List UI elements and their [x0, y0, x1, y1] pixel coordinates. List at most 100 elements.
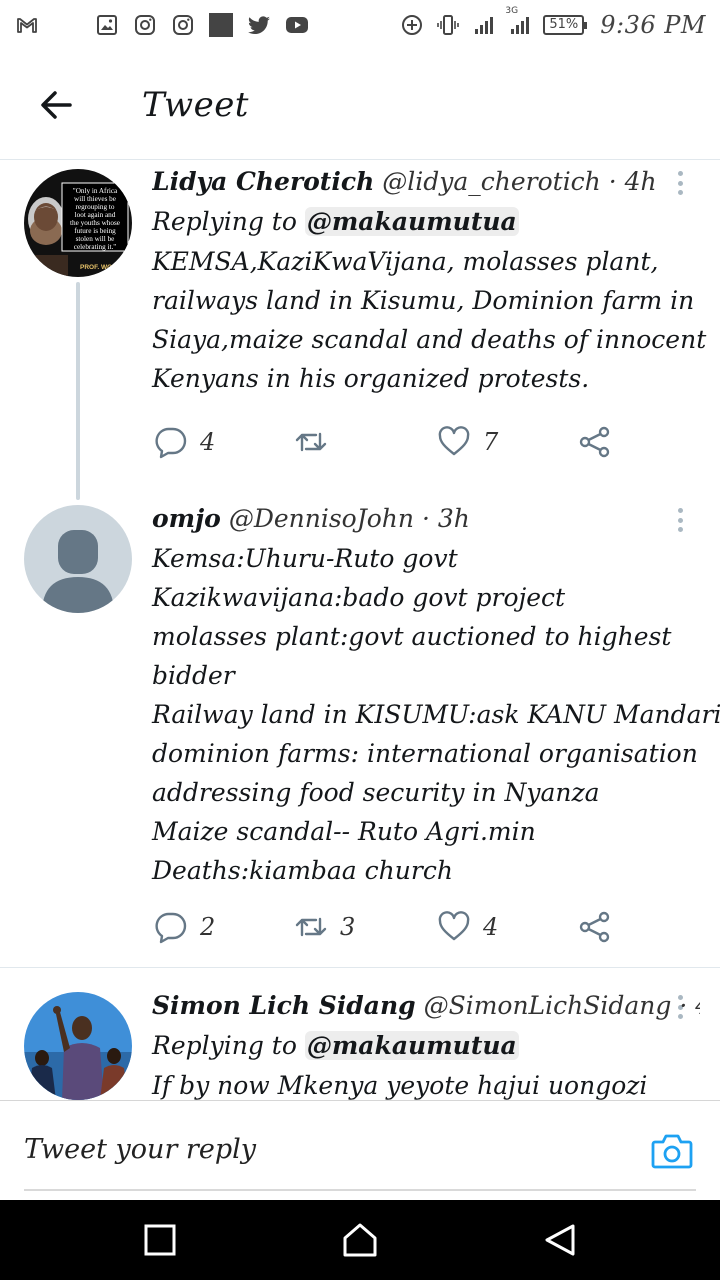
- tweet-text-line: KEMSA,KaziKwaVijana, molasses plant,: [152, 247, 659, 276]
- tweet-text-line: dominion farms: international organisati…: [152, 739, 698, 768]
- share-button[interactable]: [578, 910, 612, 944]
- reply-button[interactable]: 4: [154, 425, 215, 459]
- system-nav-bar: [0, 1200, 720, 1280]
- triangle-back-icon: [545, 1224, 575, 1256]
- tweet-header: Lidya Cherotich @lidya_cherotich · 4h: [152, 162, 700, 202]
- tweet-text-line: railways land in Kisumu, Dominion farm i…: [152, 286, 695, 315]
- mention-link[interactable]: @makaumutua: [304, 207, 519, 236]
- replying-to-label: Replying to: [152, 1031, 297, 1060]
- signal-icon: [471, 12, 497, 38]
- like-count: 4: [483, 913, 499, 941]
- app-icon: [208, 12, 234, 38]
- home-button[interactable]: [330, 1210, 390, 1270]
- avatar-quote-line: celebrating it.": [74, 243, 117, 251]
- avatar-quote-line: regrouping to: [76, 203, 115, 211]
- replying-to-label: Replying to: [152, 207, 297, 236]
- share-icon: [579, 426, 610, 458]
- data-saver-icon: [399, 12, 425, 38]
- author-handle[interactable]: @SimonLichSidang: [424, 991, 672, 1020]
- avatar-quote-line: future is being: [74, 227, 116, 235]
- separator: ·: [421, 504, 430, 533]
- tweet-text-line: molasses plant:govt auctioned to highest: [152, 622, 672, 651]
- square-icon: [144, 1224, 176, 1256]
- retweet-button[interactable]: 3: [294, 910, 355, 944]
- tweet-time: 4h: [695, 991, 700, 1020]
- tweet-text-line: Siaya,maize scandal and deaths of innoce…: [152, 325, 707, 354]
- retweet-icon: [295, 432, 327, 452]
- tweet-header: Simon Lich Sidang @SimonLichSidang · 4h: [152, 986, 700, 1026]
- youtube-icon: [284, 12, 310, 38]
- reply-count: 2: [200, 913, 216, 941]
- reply-icon: [155, 427, 187, 459]
- tweet-body: omjo @DennisoJohn · 3h Kemsa:Uhuru-Ruto …: [152, 499, 720, 890]
- avatar-quote-line: stolen will be: [76, 235, 115, 243]
- retweet-count: 3: [340, 913, 356, 941]
- tweet-text-line: Kemsa:Uhuru-Ruto govt: [152, 544, 458, 573]
- app-header: Tweet: [0, 50, 720, 160]
- vibrate-icon: [435, 12, 461, 38]
- tweet-text-line: Maize scandal-- Ruto Agri.min: [152, 817, 536, 846]
- instagram-icon: [132, 12, 158, 38]
- avatar-image: "Only in Africa will thieves be regroupi…: [24, 169, 132, 277]
- tweet-text-line: Railway land in KISUMU:ask KANU Mandarin…: [152, 700, 720, 729]
- avatar-quote-line: loot again and: [75, 211, 116, 219]
- like-count: 7: [483, 428, 499, 456]
- reply-button[interactable]: 2: [154, 910, 215, 944]
- author-handle[interactable]: @DennisoJohn: [229, 504, 414, 533]
- author-name[interactable]: Simon Lich Sidang: [152, 991, 416, 1020]
- gallery-icon: [94, 12, 120, 38]
- signal-3g-icon: 3G: [505, 6, 533, 38]
- tweet-body: Lidya Cherotich @lidya_cherotich · 4h Re…: [152, 162, 707, 398]
- reply-icon: [155, 912, 187, 944]
- back-arrow-icon: [41, 90, 72, 119]
- reply-input[interactable]: Tweet your reply: [24, 1125, 584, 1175]
- instagram-icon: [170, 12, 196, 38]
- tweet-text-line: Kenyans in his organized protests.: [152, 364, 590, 393]
- heart-icon: [438, 911, 470, 941]
- like-button[interactable]: 4: [437, 910, 498, 944]
- tweet-text-line: bidder: [152, 661, 235, 690]
- avatar-quote-line: "Only in Africa: [73, 187, 118, 195]
- avatar[interactable]: [24, 505, 132, 613]
- retweet-button[interactable]: [294, 425, 340, 459]
- twitter-icon: [246, 12, 272, 38]
- tweet-thread[interactable]: "Only in Africa will thieves be regroupi…: [0, 160, 720, 1100]
- page-title: Tweet: [142, 84, 249, 125]
- camera-button[interactable]: [650, 1129, 694, 1173]
- recents-button[interactable]: [130, 1210, 190, 1270]
- tweet[interactable]: "Only in Africa will thieves be regroupi…: [0, 160, 720, 500]
- avatar[interactable]: [24, 992, 132, 1100]
- author-handle[interactable]: @lidya_cherotich: [382, 167, 601, 196]
- tweet-text-line: If by now Mkenya yeyote hajui uongozi: [152, 1071, 648, 1100]
- tweet-text-line: addressing food security in Nyanza: [152, 778, 600, 807]
- replying-to: Replying to @makaumutua: [152, 1026, 700, 1066]
- tweet[interactable]: Simon Lich Sidang @SimonLichSidang · 4h …: [0, 968, 720, 1100]
- reply-composer: Tweet your reply: [0, 1100, 720, 1200]
- tweet[interactable]: omjo @DennisoJohn · 3h Kemsa:Uhuru-Ruto …: [0, 487, 720, 968]
- separator: ·: [608, 167, 617, 196]
- back-button[interactable]: [26, 75, 86, 135]
- battery-indicator: 51%: [543, 15, 588, 35]
- share-icon: [579, 911, 610, 943]
- default-avatar-icon: [24, 505, 132, 613]
- share-button[interactable]: [578, 425, 612, 459]
- like-button[interactable]: 7: [437, 425, 498, 459]
- tweet-time: 3h: [437, 504, 470, 533]
- status-bar: 3G 51% 9:36 PM: [0, 0, 720, 50]
- avatar[interactable]: "Only in Africa will thieves be regroupi…: [24, 169, 132, 277]
- separator: ·: [679, 991, 688, 1020]
- avatar-quote-line: the youths whose: [70, 219, 120, 227]
- thread-connector: [76, 282, 80, 500]
- camera-icon: [651, 1134, 693, 1169]
- network-type-label: 3G: [505, 6, 519, 16]
- author-name[interactable]: Lidya Cherotich: [152, 167, 374, 196]
- tweet-text-line: Kazikwavijana:bado govt project: [152, 583, 566, 612]
- mention-link[interactable]: @makaumutua: [304, 1031, 519, 1060]
- back-nav-button[interactable]: [530, 1210, 590, 1270]
- author-name[interactable]: omjo: [152, 504, 221, 533]
- home-icon: [343, 1223, 377, 1257]
- replying-to: Replying to @makaumutua: [152, 202, 700, 242]
- gmail-icon: [14, 12, 40, 38]
- reply-count: 4: [200, 428, 216, 456]
- status-time: 9:36 PM: [600, 11, 706, 39]
